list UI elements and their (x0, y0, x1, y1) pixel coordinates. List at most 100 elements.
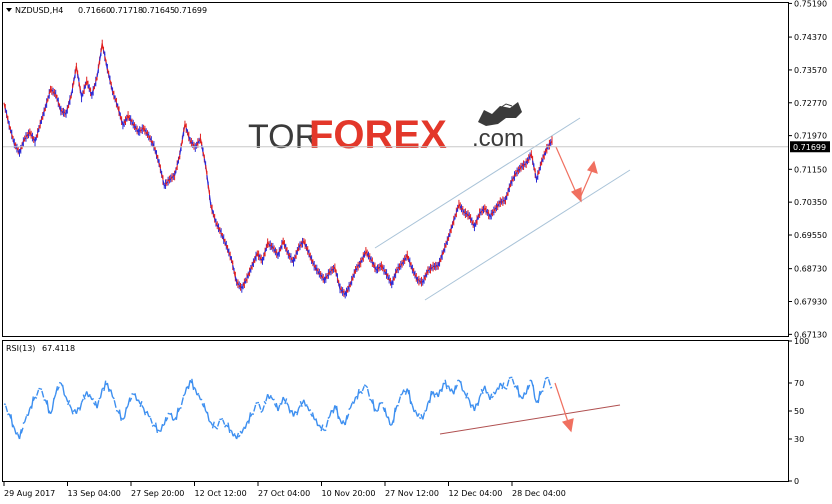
rsi-segment (170, 412, 174, 421)
rsi-segment (20, 427, 24, 434)
rsi-segment (443, 382, 446, 385)
rsi-segment (263, 400, 267, 405)
rsi-segment (194, 388, 198, 396)
bull-icon (478, 102, 522, 126)
rsi-segment (270, 396, 274, 401)
rsi-segment (220, 417, 224, 421)
price-header: NZDUSD,H4 0.71660 0.71718 0.71645 0.7169… (6, 6, 207, 15)
price-tick-label: 0.73570 (794, 66, 827, 75)
rsi-segment (237, 434, 241, 438)
rsi-segment (72, 409, 75, 413)
rsi-segment (113, 400, 117, 408)
rsi-segment (468, 399, 472, 408)
rsi-segment (203, 402, 207, 412)
rsi-segment (142, 408, 146, 416)
rsi-segment (361, 386, 365, 392)
price-tick-label: 0.68730 (794, 265, 827, 274)
rsi-segment (372, 399, 376, 412)
rsi-segment (160, 423, 164, 432)
price-axis: 0.75190 0.74370 0.73570 0.72770 0.71970 0.711… (788, 0, 827, 339)
price-tick-label: 0.67930 (794, 298, 827, 307)
price-tick-label: 0.70350 (794, 198, 827, 207)
rsi-segment (70, 408, 74, 415)
rsi-segment (248, 412, 252, 424)
rsi-segment (444, 379, 448, 390)
rsi-segment (459, 381, 464, 391)
rsi-segment (425, 402, 429, 412)
channel-lower-line (424, 169, 631, 301)
price-tick-label: 0.72770 (794, 99, 827, 108)
rsi-segment (537, 390, 541, 404)
rsi-segment (349, 402, 353, 409)
rsi-segment (348, 407, 351, 411)
x-tick-label: 13 Sep 04:00 (68, 489, 121, 498)
rsi-segment (287, 405, 291, 414)
rsi-segment (532, 384, 536, 399)
rsi-segment (303, 399, 307, 407)
rsi-segment (394, 405, 398, 413)
rsi-segment (22, 421, 26, 425)
logo-com-text: .com (472, 125, 524, 152)
rsi-segment (499, 382, 503, 387)
rsi-segment (41, 390, 45, 398)
rsi-axis: 100 70 50 30 0 (788, 337, 809, 486)
rsi-segment (549, 386, 553, 389)
price-arrows (555, 146, 598, 203)
chart-svg: TOR FOREX .com 0.75190 0.74370 0.73570 0.72… (2, 0, 830, 498)
rsi-segment (337, 415, 341, 420)
rsi-segment (75, 407, 79, 414)
rsi-segment (103, 380, 107, 392)
rsi-segment (146, 410, 150, 417)
x-tick-label: 12 Oct 12:00 (195, 489, 247, 498)
rsi-segment (253, 404, 257, 412)
x-axis: 29 Aug 2017 13 Sep 04:00 27 Sep 20:00 12 Oc… (3, 481, 566, 498)
rsi-segment (401, 389, 405, 395)
rsi-segment (344, 415, 348, 426)
price-panel-frame (2, 2, 789, 337)
rsi-segment (522, 392, 526, 400)
price-tick-label: 0.75190 (794, 0, 827, 8)
rsi-segment (260, 410, 263, 413)
rsi-segment (80, 398, 84, 403)
rsi-segment (418, 416, 422, 420)
rsi-segment (122, 417, 126, 420)
rsi-segment (403, 390, 406, 393)
rsi-segment (27, 408, 31, 416)
rsi-segment (286, 402, 289, 406)
rsi-segment (36, 389, 40, 396)
rsi-segment (432, 391, 436, 398)
price-tick-label: 0.69550 (794, 231, 827, 240)
rsi-series (3, 376, 553, 440)
rsi-segment (491, 395, 494, 399)
rsi-tick-label: 30 (794, 435, 804, 444)
rsi-segment (387, 416, 391, 426)
ohlc-low: 0.71645 (142, 6, 175, 15)
rsi-segment (5, 405, 9, 413)
rsi-segment (198, 394, 202, 401)
logo-forex-text: FOREX (309, 113, 447, 157)
price-tick-label: 0.71970 (794, 132, 827, 141)
rsi-segment (191, 378, 195, 391)
rsi-segment (489, 393, 493, 400)
rsi-segment (327, 416, 331, 419)
rsi-segment (255, 401, 258, 405)
rsi-indicator-label: RSI(13) (6, 344, 35, 353)
rsi-segment (172, 418, 175, 421)
ohlc-close: 0.71699 (174, 6, 207, 15)
rsi-segment (123, 407, 128, 418)
rsi-segment (227, 422, 231, 434)
rsi-segment (306, 405, 310, 412)
rsi-segment (182, 393, 186, 397)
rsi-segment (210, 421, 214, 426)
rsi-tick-label: 0 (794, 477, 799, 486)
rsi-segment (211, 421, 215, 429)
rsi-segment (422, 412, 426, 420)
rsi-segment (98, 397, 101, 400)
rsi-segment (346, 413, 350, 420)
rsi-segment (416, 413, 420, 417)
rsi-segment (325, 419, 329, 428)
price-tick-label: 0.74370 (794, 33, 827, 42)
rsi-segment (353, 396, 357, 404)
rsi-segment (377, 402, 381, 412)
x-tick-label: 27 Oct 04:00 (258, 489, 310, 498)
